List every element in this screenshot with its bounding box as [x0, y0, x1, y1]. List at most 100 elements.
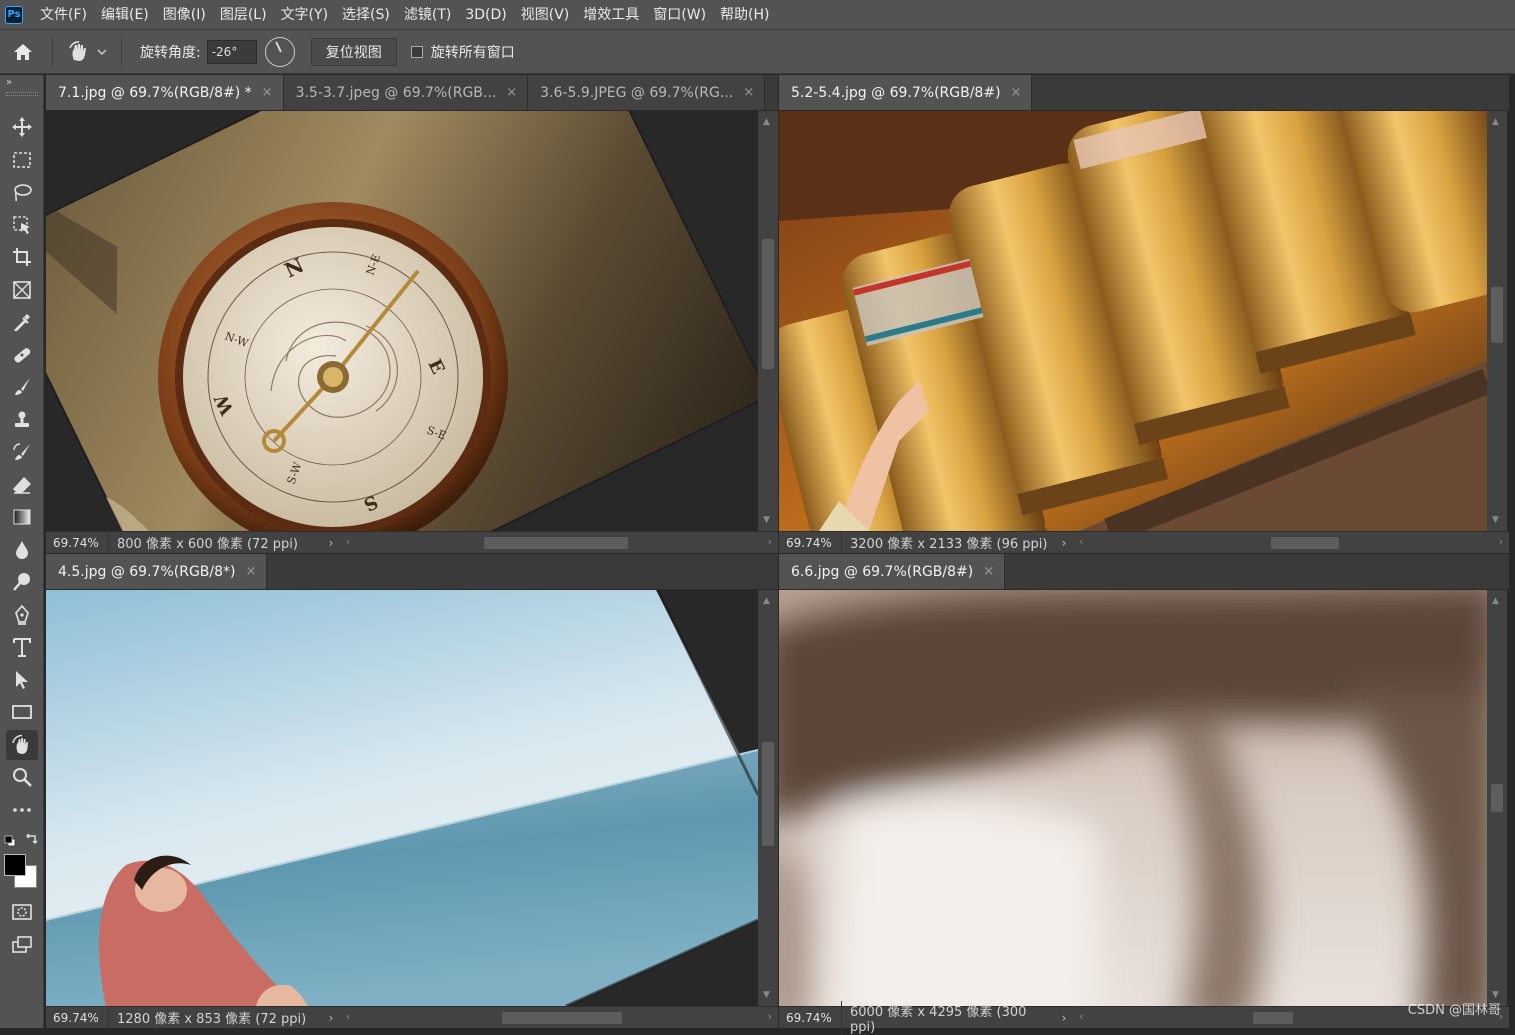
rectangle-tool[interactable] — [6, 697, 38, 727]
close-icon[interactable]: × — [245, 564, 256, 579]
scroll-thumb[interactable] — [762, 239, 774, 369]
close-icon[interactable]: × — [506, 85, 517, 100]
menu-type[interactable]: 文字(Y) — [274, 0, 335, 30]
pen-tool[interactable] — [6, 600, 38, 630]
canvas-area[interactable] — [779, 111, 1487, 531]
scroll-left-icon[interactable]: ‹ — [1079, 1010, 1083, 1023]
brush-tool[interactable] — [6, 372, 38, 402]
scroll-up-icon[interactable]: ▲ — [1492, 596, 1499, 606]
menu-image[interactable]: 图像(I) — [156, 0, 213, 30]
scroll-down-icon[interactable]: ▼ — [1492, 515, 1499, 525]
tab-3-6-5-9[interactable]: 3.6-5.9.JPEG @ 69.7%(RG...× — [528, 75, 765, 110]
vertical-scrollbar[interactable]: ▲ ▼ — [758, 111, 778, 531]
scroll-thumb[interactable] — [1253, 1012, 1293, 1024]
quick-mask-button[interactable] — [6, 897, 38, 927]
tab-6-6[interactable]: 6.6.jpg @ 69.7%(RGB/8#)× — [779, 554, 1005, 589]
gradient-tool[interactable] — [6, 502, 38, 532]
vertical-scrollbar[interactable]: ▲ ▼ — [758, 590, 778, 1006]
scroll-thumb[interactable] — [1491, 784, 1503, 812]
dodge-tool[interactable] — [6, 567, 38, 597]
menu-file[interactable]: 文件(F) — [33, 0, 94, 30]
scroll-up-icon[interactable]: ▲ — [763, 117, 770, 127]
scroll-up-icon[interactable]: ▲ — [763, 596, 770, 606]
menu-select[interactable]: 选择(S) — [335, 0, 397, 30]
tab-3-5-3-7[interactable]: 3.5-3.7.jpeg @ 69.7%(RGB...× — [284, 75, 529, 110]
default-colors-button[interactable] — [4, 835, 16, 851]
scroll-thumb[interactable] — [762, 742, 774, 846]
scroll-right-icon[interactable]: › — [768, 1010, 772, 1023]
status-menu-arrow[interactable]: › — [320, 536, 342, 550]
tab-5-2-5-4[interactable]: 5.2-5.4.jpg @ 69.7%(RGB/8#)× — [779, 75, 1032, 110]
menu-window[interactable]: 窗口(W) — [646, 0, 713, 30]
tab-7-1[interactable]: 7.1.jpg @ 69.7%(RGB/8#) *× — [46, 75, 284, 110]
toolbar-grip[interactable] — [6, 92, 38, 96]
blur-tool[interactable] — [6, 535, 38, 565]
close-icon[interactable]: × — [1011, 85, 1022, 100]
scroll-thumb[interactable] — [1491, 287, 1503, 343]
menu-edit[interactable]: 编辑(E) — [94, 0, 156, 30]
status-menu-arrow[interactable]: › — [320, 1011, 342, 1025]
foreground-color-swatch[interactable] — [4, 854, 26, 876]
scroll-right-icon[interactable]: › — [1499, 535, 1503, 548]
frame-tool[interactable] — [6, 275, 38, 305]
scroll-thumb[interactable] — [484, 537, 628, 549]
scroll-left-icon[interactable]: ‹ — [346, 535, 350, 548]
menu-view[interactable]: 视图(V) — [514, 0, 577, 30]
zoom-level[interactable]: 69.74% — [46, 536, 108, 550]
scroll-right-icon[interactable]: › — [768, 535, 772, 548]
status-menu-arrow[interactable]: › — [1053, 1011, 1075, 1025]
rotate-view-tool[interactable] — [6, 730, 38, 760]
tab-4-5[interactable]: 4.5.jpg @ 69.7%(RGB/8*)× — [46, 554, 267, 589]
horizontal-scrollbar[interactable]: ‹ › — [342, 1007, 778, 1029]
rotation-angle-input[interactable] — [207, 40, 257, 64]
rotation-dial[interactable] — [265, 37, 295, 67]
menu-filter[interactable]: 滤镜(T) — [397, 0, 458, 30]
canvas-area[interactable] — [779, 590, 1487, 1006]
marquee-tool[interactable] — [6, 145, 38, 175]
move-tool[interactable] — [6, 112, 38, 142]
zoom-level[interactable]: 69.74% — [779, 536, 841, 550]
menu-3d[interactable]: 3D(D) — [458, 0, 513, 30]
horizontal-scrollbar[interactable]: ‹ › — [342, 532, 778, 554]
scroll-thumb[interactable] — [1271, 537, 1339, 549]
scroll-left-icon[interactable]: ‹ — [1079, 535, 1083, 548]
scroll-up-icon[interactable]: ▲ — [1492, 117, 1499, 127]
object-select-tool[interactable] — [6, 210, 38, 240]
swap-colors-button[interactable] — [24, 833, 38, 851]
menu-layer[interactable]: 图层(L) — [213, 0, 274, 30]
canvas-area[interactable]: N E S W N-E S-E S-W N-W — [46, 111, 758, 531]
scroll-down-icon[interactable]: ▼ — [763, 990, 770, 1000]
vertical-scrollbar[interactable]: ▲ ▼ — [1487, 111, 1507, 531]
rotate-all-windows-checkbox[interactable] — [411, 46, 423, 58]
healing-brush-tool[interactable] — [6, 340, 38, 370]
tool-preset-picker[interactable] — [59, 40, 115, 64]
close-icon[interactable]: × — [262, 85, 273, 100]
home-button[interactable] — [0, 30, 46, 74]
clone-stamp-tool[interactable] — [6, 405, 38, 435]
collapse-toolbar-button[interactable]: » — [6, 77, 12, 88]
scroll-left-icon[interactable]: ‹ — [346, 1010, 350, 1023]
eraser-tool[interactable] — [6, 470, 38, 500]
crop-tool[interactable] — [6, 242, 38, 272]
history-brush-tool[interactable] — [6, 437, 38, 467]
status-menu-arrow[interactable]: › — [1053, 536, 1075, 550]
vertical-scrollbar[interactable]: ▲ ▼ — [1487, 590, 1507, 1006]
type-tool[interactable] — [6, 632, 38, 662]
path-selection-tool[interactable] — [6, 665, 38, 695]
canvas-area[interactable] — [46, 590, 758, 1006]
scroll-down-icon[interactable]: ▼ — [763, 515, 770, 525]
screen-mode-button[interactable] — [6, 930, 38, 960]
menu-plugins[interactable]: 增效工具 — [576, 0, 646, 30]
menu-help[interactable]: 帮助(H) — [713, 0, 776, 30]
horizontal-scrollbar[interactable]: ‹ › — [1075, 532, 1509, 554]
scroll-thumb[interactable] — [502, 1012, 622, 1024]
eyedropper-tool[interactable] — [6, 307, 38, 337]
zoom-tool[interactable] — [6, 762, 38, 792]
lasso-tool[interactable] — [6, 177, 38, 207]
more-tools-button[interactable] — [6, 795, 38, 825]
close-icon[interactable]: × — [983, 564, 994, 579]
reset-view-button[interactable]: 复位视图 — [311, 38, 397, 66]
zoom-level[interactable]: 69.74% — [46, 1011, 108, 1025]
close-icon[interactable]: × — [743, 85, 754, 100]
zoom-level[interactable]: 69.74% — [779, 1011, 841, 1025]
